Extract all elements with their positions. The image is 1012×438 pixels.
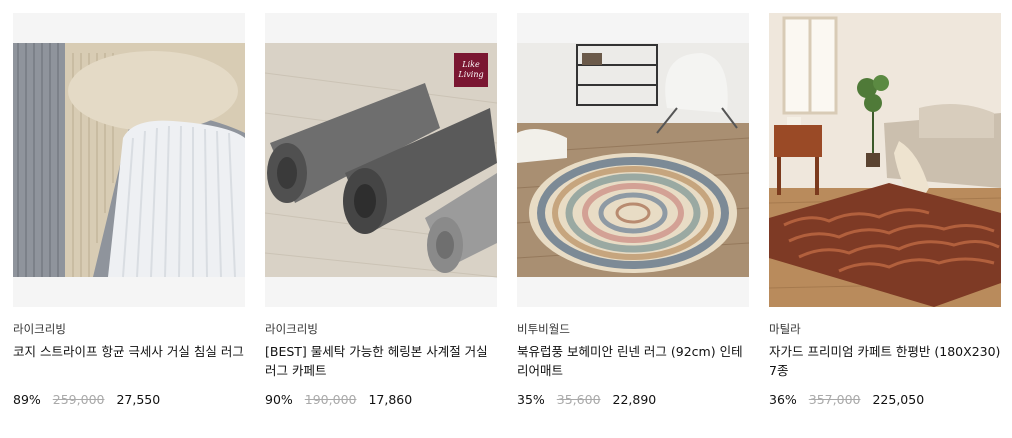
product-card[interactable]: 마틸라 자가드 프리미엄 카페트 한평반 (180X230) 7종 36% 35…: [769, 13, 1001, 408]
product-card[interactable]: 비투비월드 북유럽풍 보헤미안 린넨 러그 (92cm) 인테리어매트 35% …: [517, 13, 749, 408]
product-brand: 라이크리빙: [265, 322, 318, 336]
price-row: 89% 259,000 27,550: [13, 392, 245, 408]
sale-price: 27,550: [116, 392, 161, 407]
product-thumbnail[interactable]: [517, 13, 749, 307]
product-grid: 라이크리빙 코지 스트라이프 항균 극세사 거실 침실 러그 89% 259,0…: [0, 0, 1012, 438]
original-price: 357,000: [808, 392, 861, 407]
product-title[interactable]: 북유럽풍 보헤미안 린넨 러그 (92cm) 인테리어매트: [517, 342, 749, 380]
sale-price: 22,890: [612, 392, 657, 407]
product-thumbnail[interactable]: [13, 13, 245, 307]
price-row: 36% 357,000 225,050: [769, 392, 1001, 408]
sale-price: 225,050: [872, 392, 925, 407]
brand-logo-badge: Like Living: [454, 53, 488, 87]
product-title[interactable]: 자가드 프리미엄 카페트 한평반 (180X230) 7종: [769, 342, 1001, 380]
original-price: 190,000: [304, 392, 357, 407]
original-price: 35,600: [556, 392, 601, 407]
product-card[interactable]: Like Living 라이크리빙 [BEST] 물세탁 가능한 헤링본 사계절 …: [265, 13, 497, 408]
discount-rate: 36%: [769, 392, 797, 407]
original-price: 259,000: [52, 392, 105, 407]
sale-price: 17,860: [368, 392, 413, 407]
product-thumbnail[interactable]: Like Living: [265, 13, 497, 307]
product-title[interactable]: 코지 스트라이프 항균 극세사 거실 침실 러그: [13, 342, 245, 380]
discount-rate: 89%: [13, 392, 41, 407]
discount-rate: 35%: [517, 392, 545, 407]
product-brand: 비투비월드: [517, 322, 570, 336]
product-title[interactable]: [BEST] 물세탁 가능한 헤링본 사계절 거실 러그 카페트: [265, 342, 497, 380]
price-row: 90% 190,000 17,860: [265, 392, 497, 408]
product-thumbnail[interactable]: [769, 13, 1001, 307]
discount-rate: 90%: [265, 392, 293, 407]
product-brand: 라이크리빙: [13, 322, 66, 336]
product-brand: 마틸라: [769, 322, 801, 336]
product-card[interactable]: 라이크리빙 코지 스트라이프 항균 극세사 거실 침실 러그 89% 259,0…: [13, 13, 245, 408]
jacquard-carpet-livingroom-image: [769, 13, 1001, 307]
price-row: 35% 35,600 22,890: [517, 392, 749, 408]
bohemian-round-rug-image: [517, 43, 749, 277]
striped-fleece-rug-image: [13, 43, 245, 278]
